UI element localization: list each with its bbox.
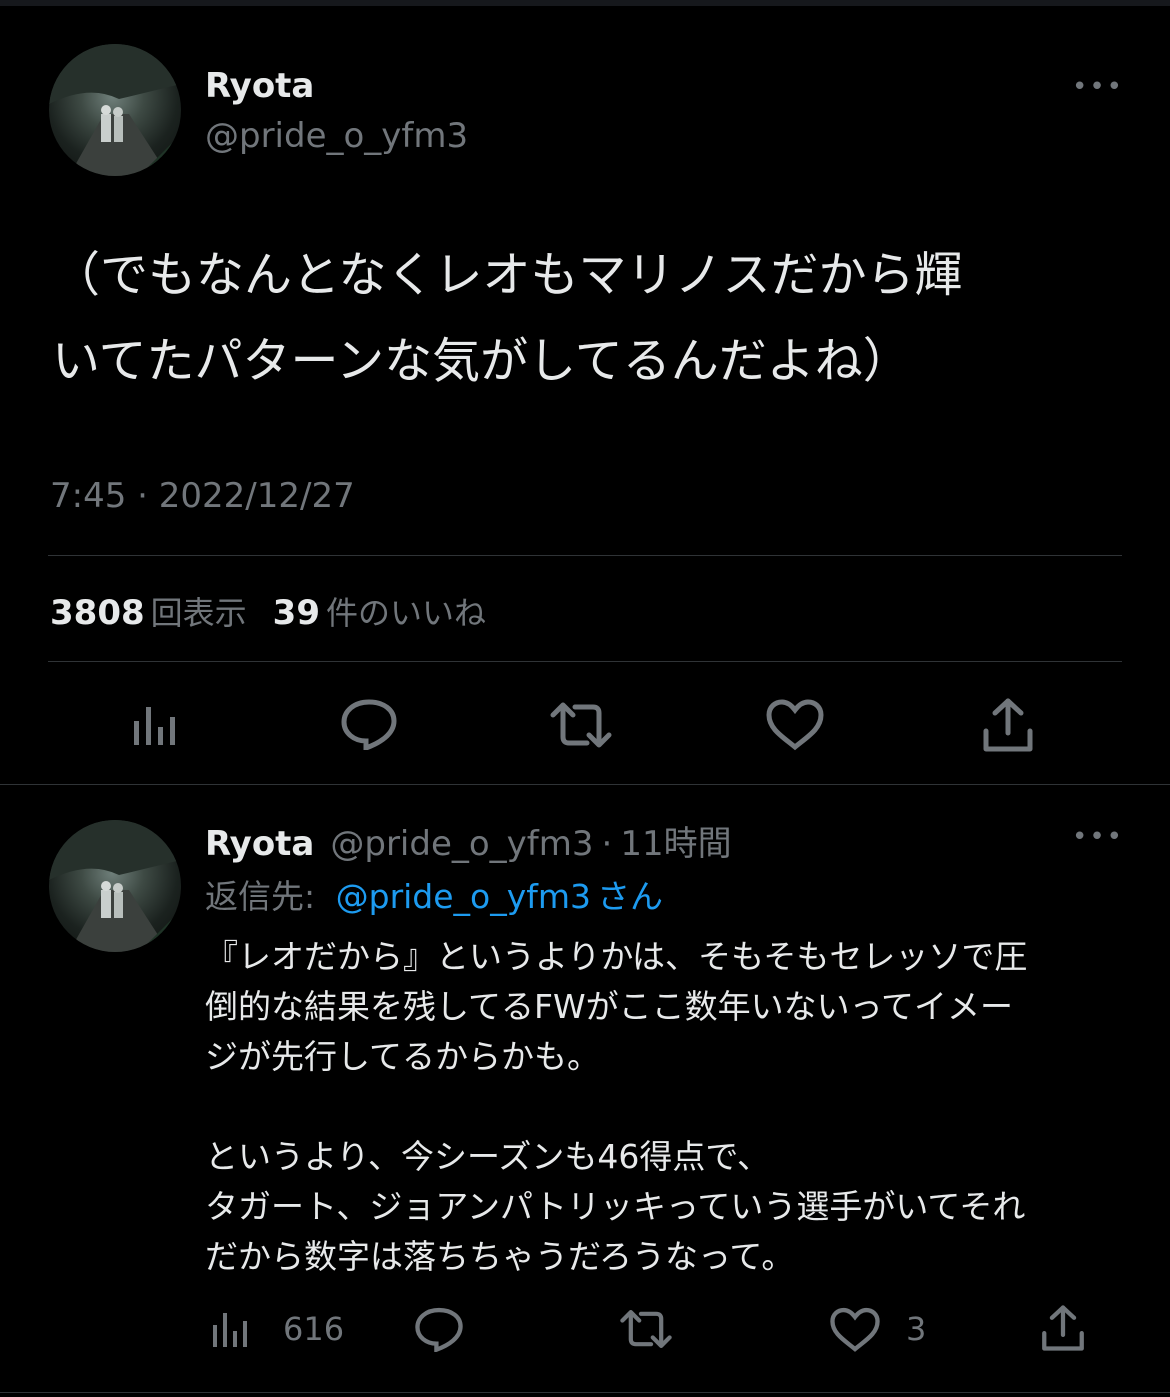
avatar[interactable] xyxy=(49,44,181,176)
retweet-icon[interactable] xyxy=(548,697,614,753)
avatar[interactable] xyxy=(49,820,181,952)
reply-to-suffix[interactable]: さん xyxy=(597,877,663,916)
display-name[interactable]: Ryota xyxy=(205,824,314,864)
analytics-icon[interactable] xyxy=(128,697,184,753)
separator: · xyxy=(601,824,613,864)
reply-icon[interactable] xyxy=(412,1302,466,1356)
reply-to-link[interactable]: @pride_o_yfm3 xyxy=(336,877,591,916)
reply-to-prefix: 返信先: xyxy=(205,877,316,916)
share-icon[interactable] xyxy=(978,695,1038,755)
views-label: 回表示 xyxy=(150,594,247,632)
like-icon[interactable] xyxy=(764,697,826,753)
tweet-text: （でもなんとなくレオもマリノスだから輝 いてたパターンな気がしてるんだよね） xyxy=(52,232,1152,404)
views-count: 616 xyxy=(283,1310,345,1348)
reply-icon[interactable] xyxy=(338,693,400,755)
reply-header: Ryota @pride_o_yfm3 · 11時間 xyxy=(205,816,732,865)
divider xyxy=(0,1392,1170,1393)
more-icon[interactable]: ••• xyxy=(1072,822,1124,852)
likes-count: 3 xyxy=(906,1310,927,1348)
tweet-text-line: （でもなんとなくレオもマリノスだから輝 xyxy=(52,247,963,303)
share-icon[interactable] xyxy=(1038,1302,1088,1354)
like-icon[interactable] xyxy=(828,1306,882,1354)
reply-text: 『レオだから』というよりかは、そもそもセレッソで圧 倒的な結果を残してるFWがこ… xyxy=(205,937,1028,1276)
avatar-image xyxy=(49,820,181,952)
handle[interactable]: @pride_o_yfm3 xyxy=(330,824,593,864)
handle[interactable]: @pride_o_yfm3 xyxy=(205,116,468,156)
top-border xyxy=(0,0,1170,6)
time-ago[interactable]: 11時間 xyxy=(620,816,731,865)
reply-to-line: 返信先: @pride_o_yfm3 さん xyxy=(205,870,663,918)
more-icon[interactable]: ••• xyxy=(1072,72,1124,102)
tweet-text-line: いてたパターンな気がしてるんだよね） xyxy=(52,333,911,389)
display-name[interactable]: Ryota xyxy=(205,66,314,106)
likes-count[interactable]: 39 xyxy=(273,593,320,633)
timestamp[interactable]: 7:45 · 2022/12/27 xyxy=(50,476,355,516)
likes-label[interactable]: 件のいいね xyxy=(326,588,486,634)
divider xyxy=(0,784,1170,785)
analytics-icon[interactable] xyxy=(208,1306,254,1352)
avatar-image xyxy=(49,44,181,176)
divider xyxy=(48,661,1122,662)
views-count: 3808 xyxy=(50,593,145,633)
divider xyxy=(48,555,1122,556)
retweet-icon[interactable] xyxy=(618,1306,674,1352)
stats-row: 3808 回表示 39 件のいいね xyxy=(50,588,486,634)
